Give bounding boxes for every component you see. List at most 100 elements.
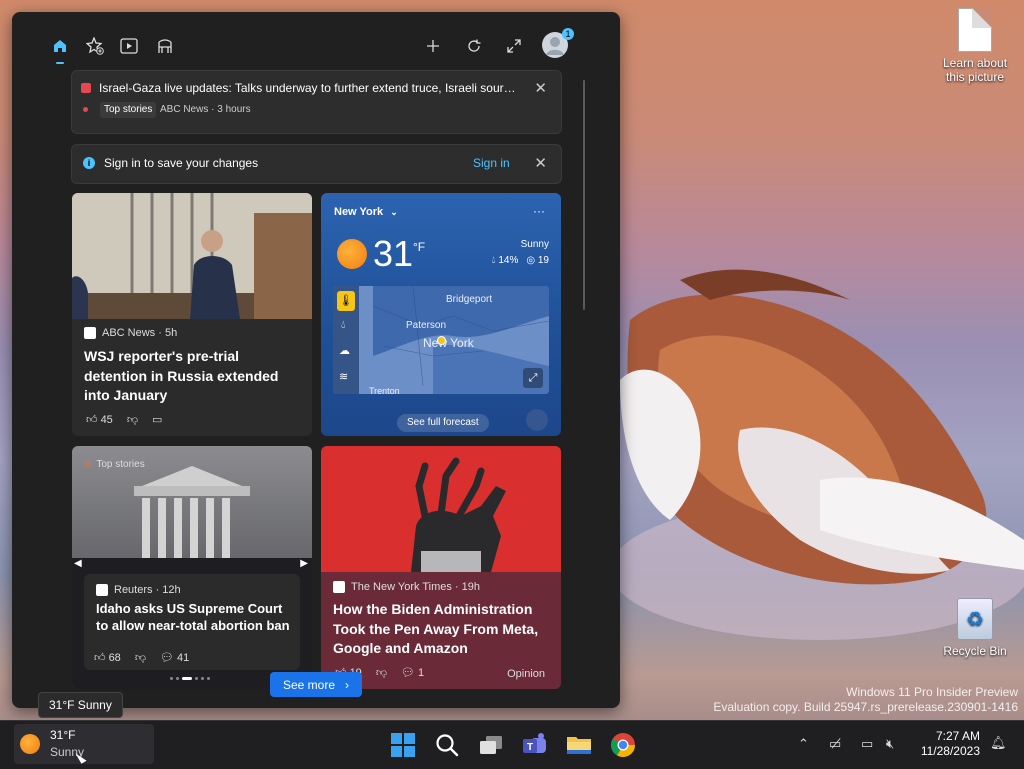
info-icon: i xyxy=(83,157,95,169)
signin-link[interactable]: Sign in xyxy=(473,156,510,170)
close-banner-button[interactable]: ✕ xyxy=(534,79,547,97)
carousel-next-button[interactable]: ▶ xyxy=(300,558,308,569)
desktop-icon-recycle-bin[interactable]: ♻ Recycle Bin xyxy=(935,598,1015,658)
trending-tag: 🔥︎ Top stories xyxy=(84,459,145,470)
card-actions: 👍︎ 68 👎︎ 💬︎ 41 xyxy=(94,651,189,664)
weather-more-button[interactable]: ··· xyxy=(533,204,545,218)
map-layer-rail: 🌡︎ 💧︎ ☁︎ ≋ xyxy=(333,286,359,394)
close-signin-button[interactable]: ✕ xyxy=(534,154,547,172)
see-full-forecast-button[interactable]: See full forecast xyxy=(397,414,489,432)
taskbar-weather-temp: 31°F xyxy=(50,728,76,742)
comment-button[interactable]: 💬︎ 1 xyxy=(401,666,424,679)
like-count: 45 xyxy=(100,414,113,426)
news-card[interactable]: ABC News · 5h WSJ reporter's pre-trial d… xyxy=(72,193,312,436)
expand-icon[interactable] xyxy=(502,34,526,58)
location-pin-icon xyxy=(437,336,446,345)
svg-text:T: T xyxy=(527,742,533,753)
news-image-robot-hand xyxy=(321,446,561,572)
like-button[interactable]: 👍︎ 68 xyxy=(94,651,121,664)
weather-card[interactable]: New York ⌄ ··· 31 °F Sunny 💧︎ 14% ◎ 19 🌡… xyxy=(321,193,561,436)
expand-map-icon[interactable]: ⤢ xyxy=(523,368,543,388)
abc-news-logo-icon xyxy=(84,327,96,339)
weather-location[interactable]: New York ⌄ xyxy=(334,206,398,218)
source-line: The New York Times · 19h xyxy=(333,581,480,593)
panel-scrollbar[interactable] xyxy=(583,80,585,310)
source-text: Reuters · 12h xyxy=(114,584,181,596)
notification-badge: 1 xyxy=(562,28,574,40)
dislike-button[interactable]: 👎︎ xyxy=(127,413,138,426)
carousel-caption-box: Reuters · 12h Idaho asks US Supreme Cour… xyxy=(84,574,300,670)
like-button[interactable]: 👍︎ 45 xyxy=(86,413,113,426)
weather-app-icon[interactable] xyxy=(526,409,548,431)
live-dot-icon xyxy=(83,107,88,112)
bridge-icon[interactable] xyxy=(153,34,177,58)
carousel-dots xyxy=(170,677,210,680)
precipitation-layer-icon[interactable]: 💧︎ xyxy=(341,319,345,332)
watermark-line1: Windows 11 Pro Insider Preview xyxy=(846,685,1018,699)
windows-start-icon[interactable] xyxy=(389,731,417,759)
wallpaper-bird xyxy=(620,269,1024,640)
news-icon xyxy=(81,83,91,93)
desktop-icon-learn-about-picture[interactable]: Learn about this picture xyxy=(935,8,1015,84)
teams-icon[interactable]: T xyxy=(521,731,549,759)
chrome-icon[interactable] xyxy=(609,731,637,759)
comment-count: 1 xyxy=(418,667,425,679)
clock-time: 7:27 AM xyxy=(935,729,980,743)
search-icon[interactable] xyxy=(433,731,461,759)
desktop-icon-label: Recycle Bin xyxy=(943,644,1007,658)
plus-icon[interactable] xyxy=(421,34,445,58)
refresh-icon[interactable] xyxy=(462,34,486,58)
cloud-icon[interactable]: ☁︎ xyxy=(339,344,350,357)
weather-unit: °F xyxy=(413,240,426,254)
weather-tooltip: 31°F Sunny xyxy=(38,692,123,718)
news-card[interactable]: 🔥︎ Top stories ◀ ▶ Reuters · 12h Idaho a… xyxy=(72,446,312,689)
carousel-prev-button[interactable]: ◀ xyxy=(74,558,82,569)
news-headline: Idaho asks US Supreme Court to allow nea… xyxy=(96,601,290,633)
notification-bell-icon[interactable]: 🔔︎ xyxy=(990,735,1007,751)
chevron-down-icon: ⌄ xyxy=(390,207,398,217)
play-icon[interactable] xyxy=(117,34,141,58)
display-icon[interactable]: ▭ xyxy=(861,736,873,752)
thermometer-icon[interactable]: 🌡︎ xyxy=(337,291,355,311)
precip-value: 14% xyxy=(498,255,519,266)
top-story-banner[interactable]: Israel-Gaza live updates: Talks underway… xyxy=(71,70,562,134)
weather-stats: 💧︎ 14% ◎ 19 xyxy=(492,255,549,266)
home-icon[interactable] xyxy=(48,34,72,64)
comment-button[interactable]: 💬︎ 41 xyxy=(160,651,189,664)
news-image-courtroom xyxy=(72,193,312,319)
dislike-button[interactable]: 👎︎ xyxy=(376,666,387,679)
news-card[interactable]: The New York Times · 19h How the Biden A… xyxy=(321,446,561,689)
show-hidden-icons-button[interactable]: ⌃ xyxy=(798,736,809,752)
see-more-button[interactable]: See more › xyxy=(270,672,362,697)
map-label: Paterson xyxy=(406,320,447,331)
banner-meta: ABC News · 3 hours xyxy=(160,104,251,115)
aqi-icon: ◎ 19 xyxy=(526,255,549,266)
carousel-dot xyxy=(207,677,210,680)
carousel-dot xyxy=(201,677,204,680)
signin-banner: i Sign in to save your changes Sign in ✕ xyxy=(71,144,562,184)
weather-map[interactable]: 🌡︎ 💧︎ ☁︎ ≋ Bridgeport Paterson New York … xyxy=(333,286,549,394)
file-explorer-icon[interactable] xyxy=(565,731,593,759)
map-label: New York xyxy=(423,336,474,350)
profile-icon[interactable]: 1 xyxy=(542,28,574,58)
star-plus-icon[interactable] xyxy=(83,34,107,58)
source-text: The New York Times · 19h xyxy=(351,581,481,593)
desktop-icon-label: Learn about this picture xyxy=(942,56,1008,84)
task-view-icon[interactable] xyxy=(477,731,505,759)
chevron-right-icon: › xyxy=(345,677,350,692)
flame-icon: 🔥︎ xyxy=(84,459,92,470)
sun-icon xyxy=(337,239,367,269)
clock[interactable]: 7:27 AM 11/28/2023 xyxy=(921,729,980,759)
dislike-button[interactable]: 👎︎ xyxy=(135,651,146,664)
hide-button[interactable]: ▭ xyxy=(152,413,162,426)
widgets-toolbar: 1 xyxy=(12,12,620,68)
carousel-dot xyxy=(170,677,173,680)
see-more-label: See more xyxy=(282,677,336,692)
file-icon xyxy=(958,8,992,52)
network-offline-icon[interactable]: ▭̸ xyxy=(829,736,841,752)
windows-watermark: Windows 11 Pro Insider Preview Evaluatio… xyxy=(713,685,1018,715)
volume-muted-icon[interactable]: 🔇︎ xyxy=(886,736,894,752)
signin-message: Sign in to save your changes xyxy=(104,156,259,170)
wind-icon[interactable]: ≋ xyxy=(339,370,348,383)
carousel-dot xyxy=(195,677,198,680)
